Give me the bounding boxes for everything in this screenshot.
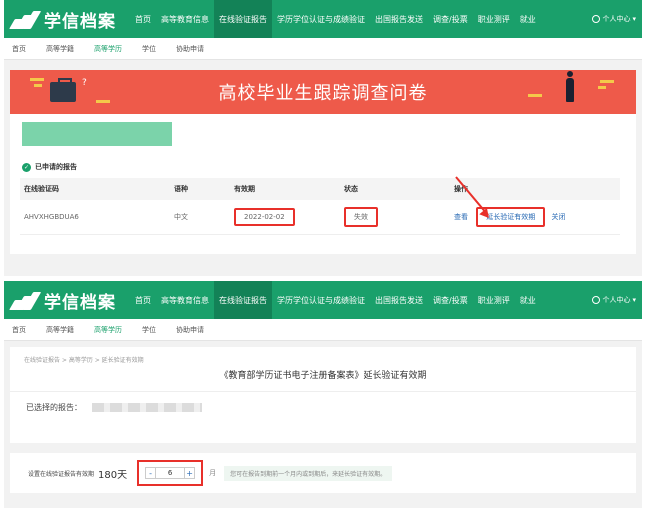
nav-item-home[interactable]: 首页 [130,281,156,319]
nav-item-online-verify[interactable]: 在线验证报告 [214,281,272,319]
subnav-item-assist[interactable]: 协助申请 [176,44,204,54]
nav-item-abroad[interactable]: 出国报告发送 [370,0,428,38]
nav-item-cert[interactable]: 学历学位认证与成绩验证 [272,0,370,38]
report-panel: ✓ 已申请的报告 在线验证码 语种 有效期 状态 操作 AHVXHGBDUA6 … [10,114,636,254]
nav-item-abroad[interactable]: 出国报告发送 [370,281,428,319]
chevron-down-icon: ▾ [632,15,636,23]
nav-links: 首页 高等教育信息 在线验证报告 学历学位认证与成绩验证 出国报告发送 调查/投… [130,0,636,38]
nav-item-home[interactable]: 首页 [130,0,156,38]
user-center-label: 个人中心 [602,296,631,304]
report-list-screen: 学信档案 首页 高等教育信息 在线验证报告 学历学位认证与成绩验证 出国报告发送… [4,0,642,276]
nav-item-higher-edu[interactable]: 高等教育信息 [156,0,214,38]
nav-links: 首页 高等教育信息 在线验证报告 学历学位认证与成绩验证 出国报告发送 调查/投… [130,281,636,319]
page-title: 《教育部学历证书电子注册备案表》延长验证有效期 [219,371,427,381]
user-icon [592,296,601,304]
top-nav: 学信档案 首页 高等教育信息 在线验证报告 学历学位认证与成绩验证 出国报告发送… [4,0,642,38]
logo-icon [9,9,42,29]
actions-cell: 查看 延长验证有效期 关闭 [450,200,620,235]
survey-banner[interactable]: ? 高校毕业生跟踪调查问卷 [10,70,636,114]
valid-cell: 2022-02-02 [230,200,340,235]
subnav-item-degree-record[interactable]: 高等学历 [94,44,122,54]
subnav-item-home[interactable]: 首页 [12,44,26,54]
logo-icon [9,290,42,310]
col-code: 在线验证码 [20,178,170,200]
applied-reports-heading: ✓ 已申请的报告 [22,162,626,172]
graduate-figure-icon [566,71,574,102]
nav-item-higher-edu[interactable]: 高等教育信息 [156,281,214,319]
banner-deco [30,78,44,81]
selected-report-row: 已选择的报告： [10,402,636,413]
subnav-item-degree[interactable]: 学位 [142,44,156,54]
chevron-down-icon: ▾ [632,296,636,304]
decrement-button[interactable]: - [145,467,157,479]
month-unit: 月 [209,469,217,477]
user-center-menu[interactable]: 个人中心 ▾ [592,295,636,305]
check-circle-icon: ✓ [22,162,31,172]
sub-nav: 首页 高等学籍 高等学历 学位 协助申请 [4,319,642,341]
valid-until-value: 2022-02-02 [234,208,295,226]
reports-table: 在线验证码 语种 有效期 状态 操作 AHVXHGBDUA6 中文 2022-0… [20,178,620,235]
user-icon [592,15,601,23]
redacted-report-info [92,403,202,412]
brand-logo[interactable]: 学信档案 [9,288,130,313]
validity-label: 设置在线验证报告有效期 [28,470,95,478]
subnav-item-assist[interactable]: 协助申请 [176,325,204,335]
divider [10,391,636,392]
banner-deco [598,86,606,89]
subnav-item-degree[interactable]: 学位 [142,325,156,335]
col-status: 状态 [340,178,450,200]
nav-item-online-verify[interactable]: 在线验证报告 [214,0,272,38]
nav-item-career[interactable]: 职业测评 [473,281,515,319]
nav-item-survey[interactable]: 调查/投票 [428,281,473,319]
user-center-menu[interactable]: 个人中心 ▾ [592,14,636,24]
user-center-label: 个人中心 [602,15,631,23]
banner-deco [34,84,42,87]
validity-setting-panel: 设置在线验证报告有效期 180天 - 6 + 月 您可在报告到期前一个月内或到期… [10,453,636,493]
language-cell: 中文 [170,200,230,235]
brand-logo[interactable]: 学信档案 [9,7,130,32]
status-cell: 失效 [340,200,450,235]
status-badge: 失效 [344,207,378,227]
validity-hint: 您可在报告到期前一个月内或到期后，来延长验证有效期。 [224,465,393,481]
breadcrumb: 在线验证报告 > 高等学历 > 延长验证有效期 [24,357,144,364]
verify-code[interactable]: AHVXHGBDUA6 [20,200,170,235]
month-stepper: - 6 + [137,460,204,486]
brand-name: 学信档案 [44,292,116,313]
subnav-item-enrollment[interactable]: 高等学籍 [46,44,74,54]
banner-deco [96,100,110,103]
selected-report-label: 已选择的报告： [26,403,82,412]
col-actions: 操作 [450,178,620,200]
subnav-item-home[interactable]: 首页 [12,325,26,335]
extend-panel: 在线验证报告 > 高等学历 > 延长验证有效期 《教育部学历证书电子注册备案表》… [10,347,636,443]
col-language: 语种 [170,178,230,200]
redacted-user-info [22,122,172,146]
nav-item-job[interactable]: 就业 [515,281,541,319]
question-mark-icon: ? [82,78,87,88]
table-header-row: 在线验证码 语种 有效期 状态 操作 [20,178,620,200]
briefcase-icon [50,78,76,102]
nav-item-cert[interactable]: 学历学位认证与成绩验证 [272,281,370,319]
applied-reports-title: 已申请的报告 [35,163,77,171]
sub-nav: 首页 高等学籍 高等学历 学位 协助申请 [4,38,642,60]
validity-days: 180天 [98,469,128,481]
brand-name: 学信档案 [44,11,116,32]
banner-title: 高校毕业生跟踪调查问卷 [218,83,428,104]
banner-deco [600,80,614,83]
table-row: AHVXHGBDUA6 中文 2022-02-02 失效 查看 延长验证有效期 … [20,200,620,235]
nav-item-career[interactable]: 职业测评 [473,0,515,38]
top-nav: 学信档案 首页 高等教育信息 在线验证报告 学历学位认证与成绩验证 出国报告发送… [4,281,642,319]
subnav-item-enrollment[interactable]: 高等学籍 [46,325,74,335]
month-input[interactable]: 6 [156,467,185,479]
close-link[interactable]: 关闭 [551,213,565,221]
increment-button[interactable]: + [184,467,196,479]
col-valid: 有效期 [230,178,340,200]
nav-item-job[interactable]: 就业 [515,0,541,38]
banner-deco [528,94,542,97]
nav-item-survey[interactable]: 调查/投票 [428,0,473,38]
extend-validity-screen: 学信档案 首页 高等教育信息 在线验证报告 学历学位认证与成绩验证 出国报告发送… [4,281,642,508]
view-link[interactable]: 查看 [454,213,468,221]
subnav-item-degree-record[interactable]: 高等学历 [94,325,122,335]
